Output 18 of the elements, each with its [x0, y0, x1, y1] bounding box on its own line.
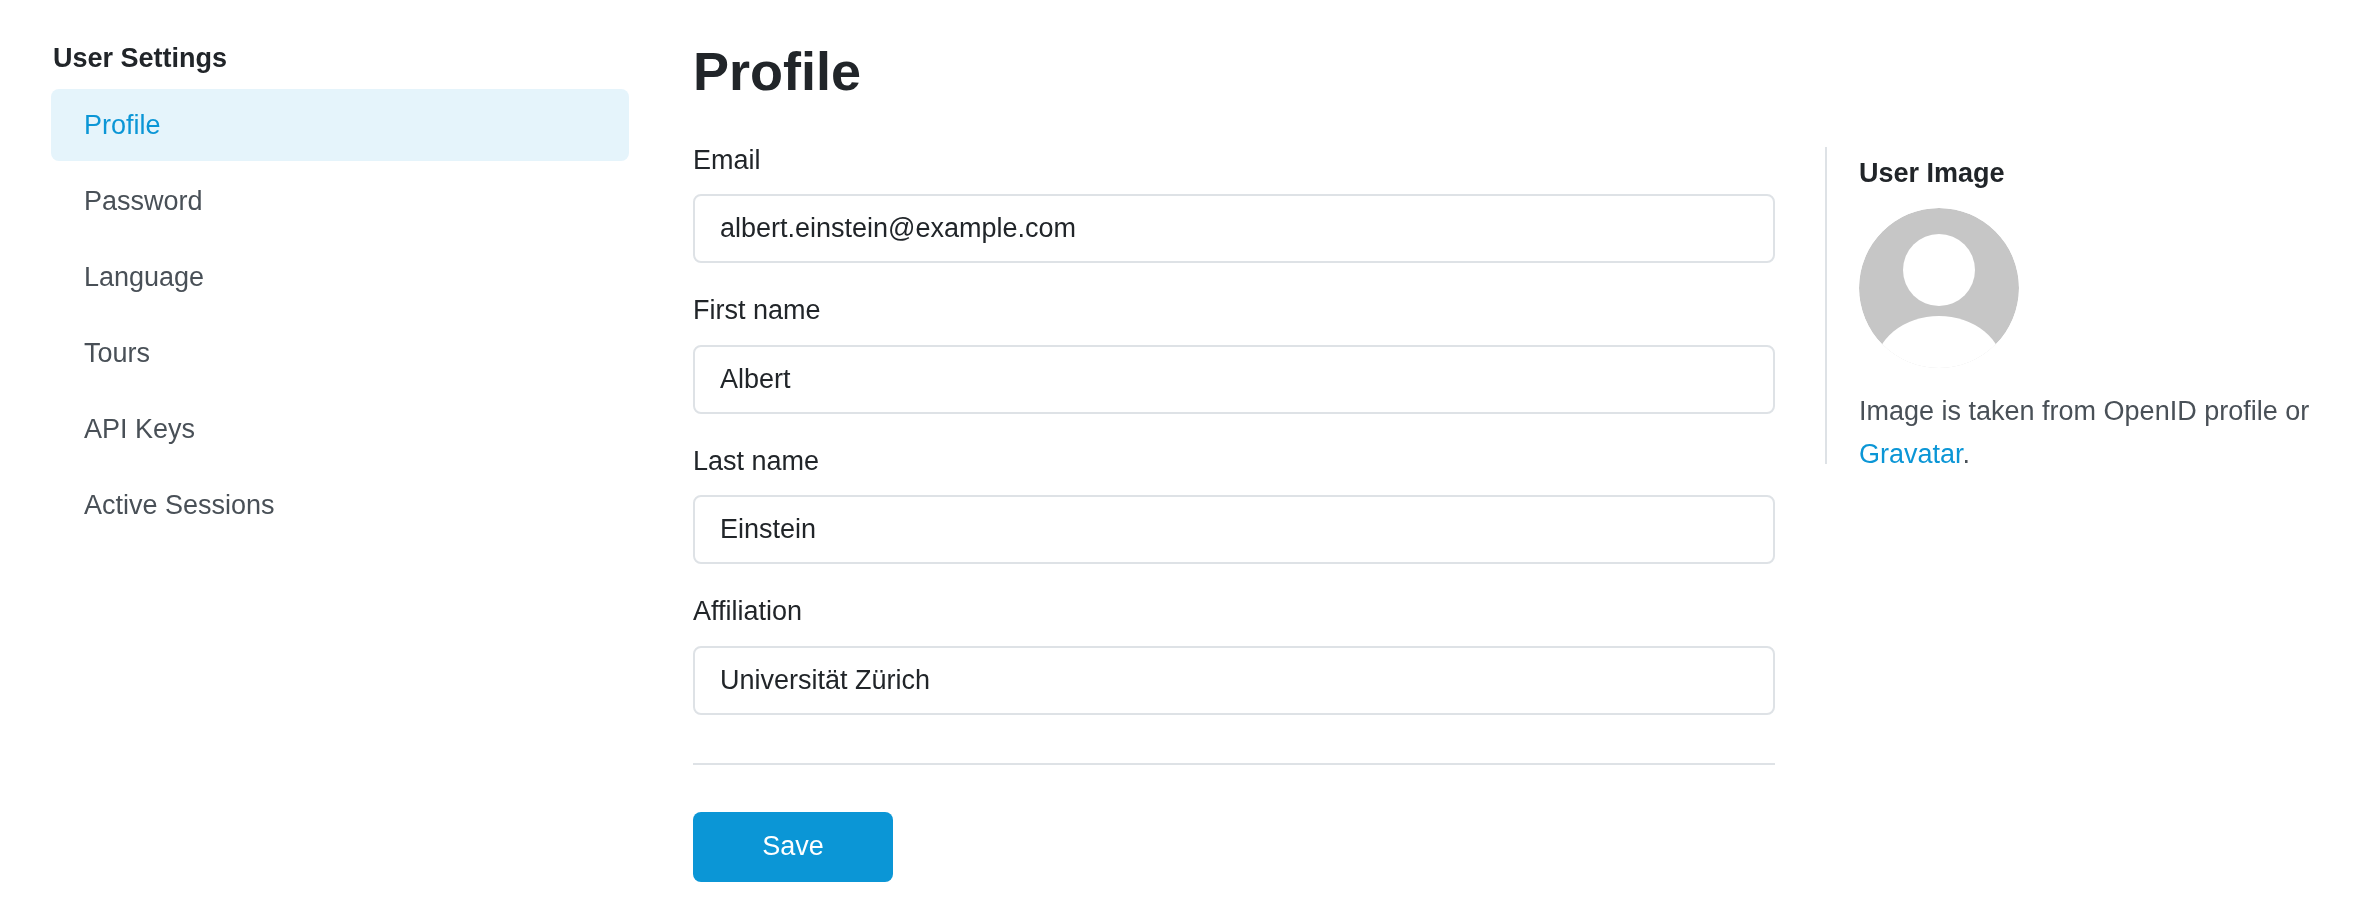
image-source-note: Image is taken from OpenID profile or Gravatar. [1859, 394, 2311, 471]
sidebar-title: User Settings [52, 42, 229, 75]
sidebar-item[interactable]: Active Sessions [51, 468, 629, 541]
sidebar-item[interactable]: Language [51, 240, 629, 313]
field-label: Email [693, 143, 762, 177]
field-label: First name [693, 294, 822, 327]
text-field[interactable]: Albert [693, 344, 1775, 414]
text-field[interactable]: Universität Zürich [693, 645, 1775, 715]
user-image-title: User Image [1859, 157, 2006, 190]
field-label: Affiliation [693, 595, 804, 628]
sidebar-item[interactable]: Tours [51, 316, 629, 389]
page-title: Profile [693, 40, 863, 103]
text-field[interactable]: albert.einstein@example.com [693, 194, 1775, 263]
avatar-icon [1859, 207, 2019, 368]
sidebar-item[interactable]: Password [51, 164, 629, 237]
text-field[interactable]: Einstein [693, 495, 1775, 564]
sidebar-item[interactable]: API Keys [51, 392, 629, 465]
field-label: Last name [693, 444, 821, 478]
